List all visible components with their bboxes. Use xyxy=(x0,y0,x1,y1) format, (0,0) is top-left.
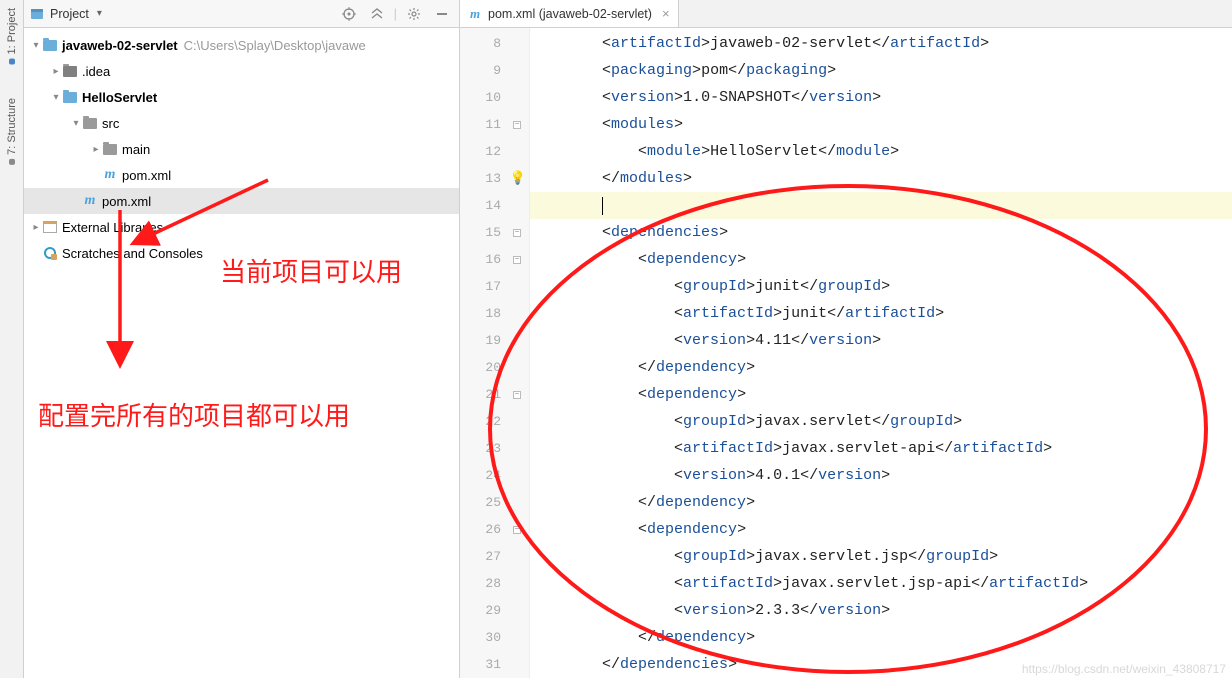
folder-icon xyxy=(82,115,98,131)
tree-item-external-libraries[interactable]: ▸ External Libraries xyxy=(24,214,459,240)
close-icon[interactable]: × xyxy=(662,6,670,21)
hide-button[interactable] xyxy=(431,4,453,24)
tree-root[interactable]: ▾ javaweb-02-servlet C:\Users\Splay\Desk… xyxy=(24,32,459,58)
tree-label: Scratches and Consoles xyxy=(62,246,203,261)
chevron-down-icon[interactable]: ▾ xyxy=(30,40,42,51)
chevron-down-icon[interactable]: ▾ xyxy=(70,118,82,129)
editor-tab-bar: m pom.xml (javaweb-02-servlet) × xyxy=(460,0,1232,28)
tab-title: pom.xml (javaweb-02-servlet) xyxy=(488,7,652,21)
maven-icon: m xyxy=(102,167,118,183)
library-icon xyxy=(42,219,58,235)
editor-tab-pom[interactable]: m pom.xml (javaweb-02-servlet) × xyxy=(460,0,679,27)
chevron-right-icon[interactable]: ▸ xyxy=(30,222,42,233)
sidebar-tab-project[interactable]: 1: Project xyxy=(4,4,20,68)
fold-icon[interactable]: − xyxy=(513,526,521,534)
tree-item-idea[interactable]: ▸ .idea xyxy=(24,58,459,84)
fold-icon[interactable]: − xyxy=(513,229,521,237)
project-icon xyxy=(9,58,15,64)
tree-item-helloservlet[interactable]: ▾ HelloServlet xyxy=(24,84,459,110)
tree-label: src xyxy=(102,116,119,131)
sidebar-tab-structure[interactable]: 7: Structure xyxy=(4,94,20,169)
maven-icon: m xyxy=(468,7,482,21)
tree-item-pom-outer[interactable]: m pom.xml xyxy=(24,188,459,214)
collapse-all-button[interactable] xyxy=(366,4,388,24)
line-gutter: 8 9 10 11− 12 13💡 14 15− 16− 17 18 19 20… xyxy=(460,28,530,678)
chevron-down-icon[interactable]: ▾ xyxy=(50,92,62,103)
folder-icon xyxy=(62,63,78,79)
tree-item-src[interactable]: ▾ src xyxy=(24,110,459,136)
tree-label: pom.xml xyxy=(122,168,171,183)
editor-area: m pom.xml (javaweb-02-servlet) × 8 9 10 … xyxy=(460,0,1232,678)
tree-label: External Libraries xyxy=(62,220,163,235)
text-caret xyxy=(602,197,603,215)
tree-label: .idea xyxy=(82,64,110,79)
settings-button[interactable] xyxy=(403,4,425,24)
locate-button[interactable] xyxy=(338,4,360,24)
code-area: 8 9 10 11− 12 13💡 14 15− 16− 17 18 19 20… xyxy=(460,28,1232,678)
chevron-down-icon[interactable]: ▾ xyxy=(97,8,102,19)
structure-icon xyxy=(9,159,15,165)
folder-icon xyxy=(102,141,118,157)
module-folder-icon xyxy=(62,89,78,105)
code-editor[interactable]: <artifactId>javaweb-02-servlet</artifact… xyxy=(530,28,1232,678)
tree-item-pom-inner[interactable]: m pom.xml xyxy=(24,162,459,188)
ide-left-tabstrip: 1: Project 7: Structure xyxy=(0,0,24,678)
project-panel-title[interactable]: Project xyxy=(50,7,89,21)
fold-icon[interactable]: − xyxy=(513,256,521,264)
fold-icon[interactable]: − xyxy=(513,121,521,129)
intention-bulb-icon[interactable]: 💡 xyxy=(511,172,525,186)
scratches-icon xyxy=(42,245,58,261)
module-folder-icon xyxy=(42,37,58,53)
project-panel-header: Project ▾ | xyxy=(24,0,459,28)
project-view-icon xyxy=(30,7,44,21)
fold-icon[interactable]: − xyxy=(513,391,521,399)
tree-label: main xyxy=(122,142,150,157)
project-tree[interactable]: ▾ javaweb-02-servlet C:\Users\Splay\Desk… xyxy=(24,28,459,678)
maven-icon: m xyxy=(82,193,98,209)
project-panel: Project ▾ | ▾ javaweb-02-servlet C:\Us xyxy=(24,0,460,678)
chevron-right-icon[interactable]: ▸ xyxy=(50,66,62,77)
chevron-right-icon[interactable]: ▸ xyxy=(90,144,102,155)
tree-item-main[interactable]: ▸ main xyxy=(24,136,459,162)
tree-label: pom.xml xyxy=(102,194,151,209)
tree-item-scratches[interactable]: Scratches and Consoles xyxy=(24,240,459,266)
tree-label: HelloServlet xyxy=(82,90,157,105)
tree-path: C:\Users\Splay\Desktop\javawe xyxy=(184,38,366,53)
tree-label: javaweb-02-servlet xyxy=(62,38,178,53)
